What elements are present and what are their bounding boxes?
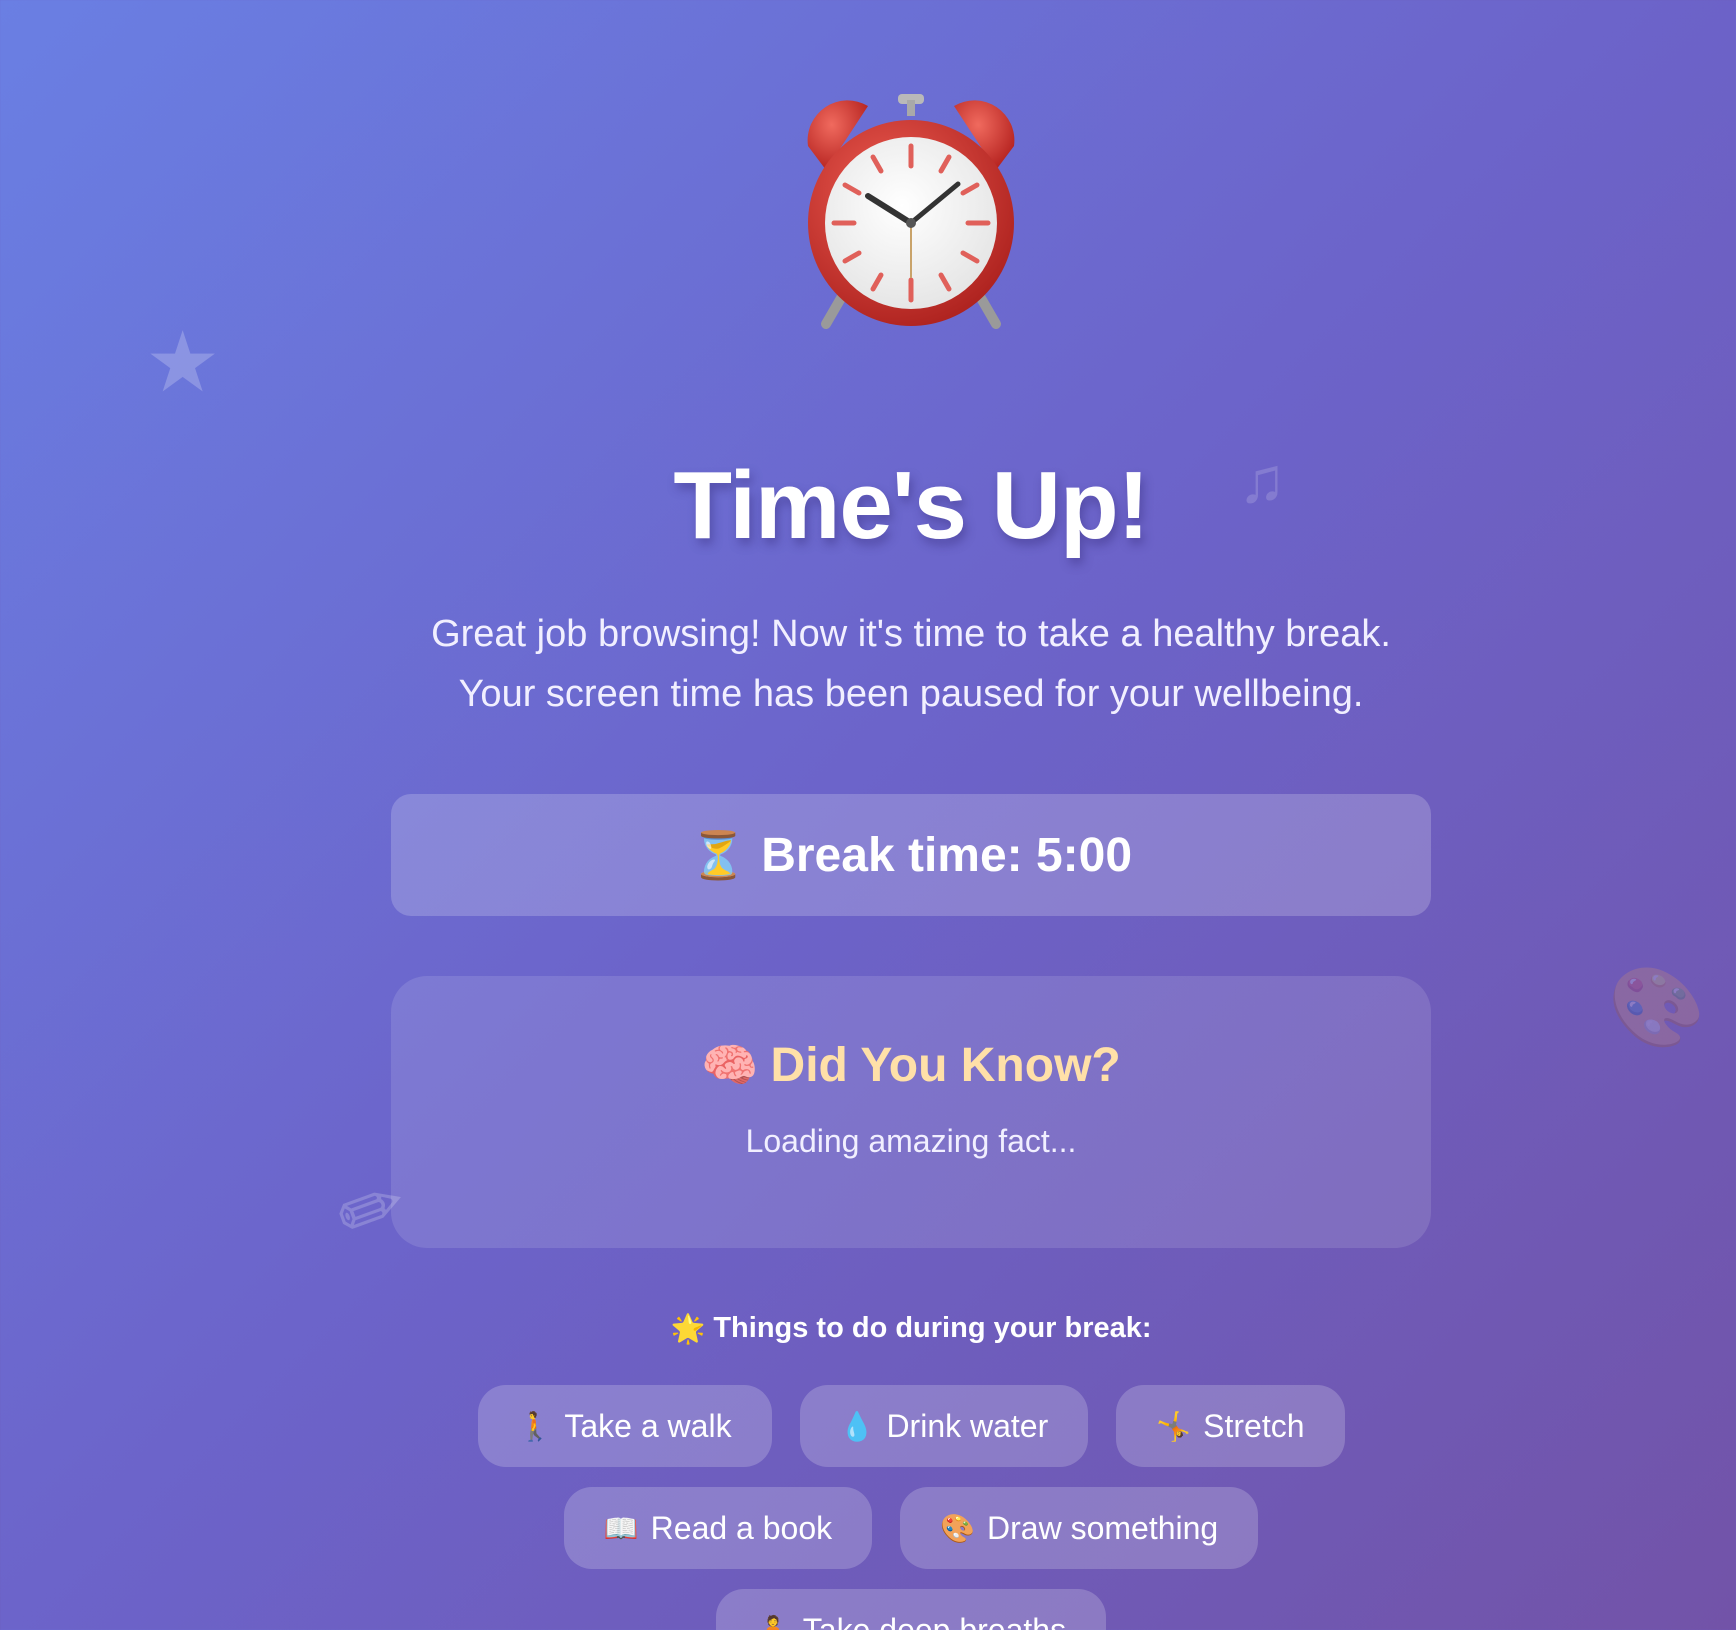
fact-title-label: Did You Know? — [770, 1039, 1121, 1092]
fact-text: Loading amazing fact... — [745, 1123, 1077, 1159]
meditation-icon: 🧘 — [755, 1614, 791, 1630]
activity-list: 🚶 Take a walk 💧 Drink water 🤸 Stretch 📖 … — [461, 1385, 1361, 1630]
break-screen: Time's Up! Great job browsing! Now it's … — [391, 0, 1431, 1630]
subtitle-line-1: Great job browsing! Now it's time to tak… — [431, 613, 1391, 655]
alarm-clock-icon — [807, 94, 1015, 329]
fact-card: 🧠 Did You Know? Loading amazing fact... — [391, 976, 1431, 1248]
break-timer: ⏳ Break time: 5:00 — [391, 794, 1431, 916]
water-drop-icon: 💧 — [839, 1410, 875, 1442]
walking-person-icon: 🚶 — [517, 1410, 553, 1442]
activity-chip-label: Draw something — [987, 1509, 1219, 1546]
activity-chip-drink-water[interactable]: 💧 Drink water — [799, 1385, 1089, 1467]
activity-chip-take-a-walk[interactable]: 🚶 Take a walk — [477, 1385, 772, 1467]
activity-chip-label: Take a walk — [564, 1407, 732, 1444]
open-book-icon: 📖 — [603, 1512, 639, 1544]
activity-chip-read-a-book[interactable]: 📖 Read a book — [563, 1487, 873, 1569]
brain-icon: 🧠 — [701, 1039, 759, 1091]
subtitle: Great job browsing! Now it's time to tak… — [391, 604, 1431, 724]
hourglass-icon: ⏳ — [689, 828, 748, 881]
fact-title: 🧠 Did You Know? — [391, 1038, 1431, 1093]
star-icon: ★ — [145, 315, 221, 409]
activity-chip-label: Read a book — [650, 1509, 833, 1546]
subtitle-line-2: Your screen time has been paused for you… — [458, 673, 1364, 715]
sparkle-icon: 🌟 — [670, 1313, 706, 1344]
activity-chip-label: Take deep breaths — [802, 1611, 1067, 1630]
activity-chip-draw-something[interactable]: 🎨 Draw something — [900, 1487, 1259, 1569]
activity-chip-stretch[interactable]: 🤸 Stretch — [1116, 1385, 1345, 1467]
activity-chip-take-deep-breaths[interactable]: 🧘 Take deep breaths — [715, 1589, 1107, 1630]
activities-heading: 🌟 Things to do during your break: — [391, 1312, 1431, 1345]
activities-heading-label: Things to do during your break: — [713, 1312, 1152, 1344]
break-timer-label: Break time: 5:00 — [761, 828, 1133, 882]
palette-icon: 🎨 — [1608, 963, 1706, 1051]
page-title: Time's Up! — [673, 452, 1149, 559]
cartwheel-icon: 🤸 — [1156, 1410, 1192, 1442]
activity-chip-label: Stretch — [1203, 1407, 1305, 1444]
activity-chip-label: Drink water — [886, 1407, 1049, 1444]
palette-icon: 🎨 — [940, 1512, 975, 1544]
